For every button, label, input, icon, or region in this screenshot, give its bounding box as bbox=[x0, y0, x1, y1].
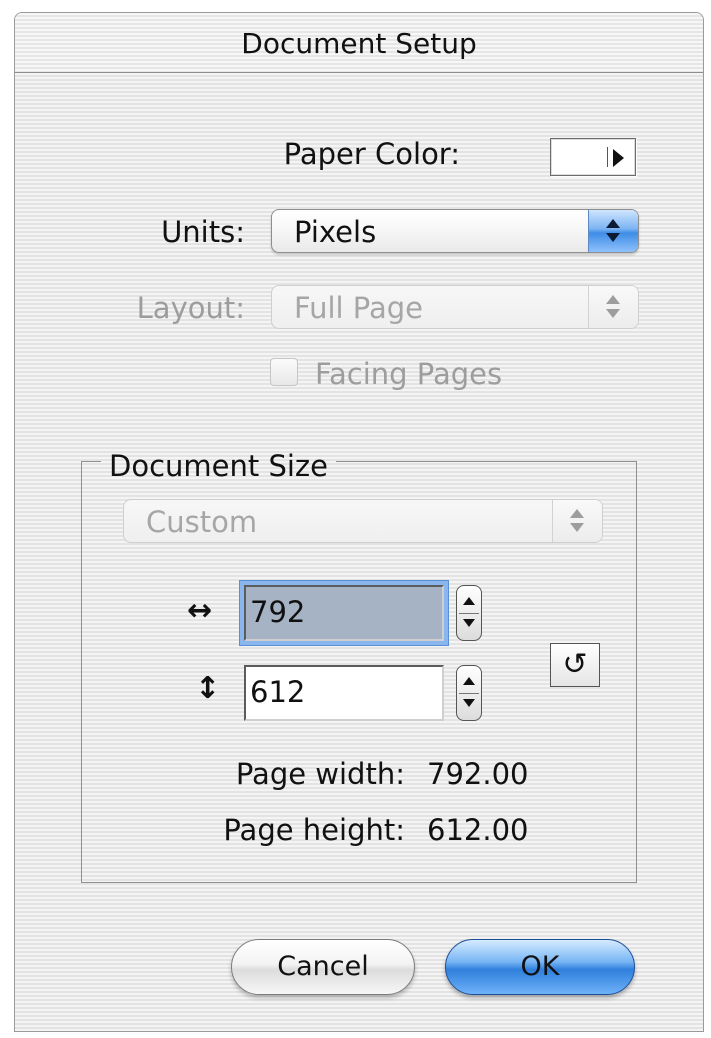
height-field[interactable]: 612 bbox=[244, 665, 444, 721]
window-title: Document Setup bbox=[241, 27, 477, 60]
cancel-button[interactable]: Cancel bbox=[231, 939, 415, 995]
document-size-title: Document Size bbox=[101, 449, 336, 483]
page-width-label: Page width: bbox=[235, 757, 405, 791]
units-label: Units: bbox=[161, 215, 245, 249]
page-height-value: 612.00 bbox=[427, 813, 529, 847]
height-stepper[interactable] bbox=[456, 665, 482, 721]
page-height-label: Page height: bbox=[223, 813, 405, 847]
color-well-divider bbox=[607, 147, 608, 167]
horizontal-arrows-icon: ↔ bbox=[187, 593, 213, 628]
document-size-preset-value: Custom bbox=[146, 505, 258, 539]
popup-arrows-icon bbox=[552, 500, 602, 542]
paper-color-well[interactable] bbox=[550, 138, 636, 176]
width-stepper[interactable] bbox=[456, 585, 482, 641]
layout-value: Full Page bbox=[294, 291, 424, 325]
paper-color-label: Paper Color: bbox=[283, 137, 460, 171]
units-value: Pixels bbox=[294, 215, 377, 249]
document-setup-dialog: Document Setup Paper Color: Units: Pixel… bbox=[14, 12, 704, 1032]
layout-popup[interactable]: Full Page bbox=[271, 285, 639, 329]
swap-orientation-icon[interactable]: ↺ bbox=[550, 643, 600, 687]
width-field[interactable]: 792 bbox=[244, 585, 444, 641]
vertical-arrows-icon: ↕ bbox=[195, 671, 221, 706]
layout-label: Layout: bbox=[136, 291, 245, 325]
facing-pages-label: Facing Pages bbox=[315, 357, 503, 391]
facing-pages-checkbox[interactable] bbox=[270, 358, 298, 386]
popup-arrows-icon bbox=[588, 210, 638, 252]
units-popup[interactable]: Pixels bbox=[271, 209, 639, 253]
page-width-value: 792.00 bbox=[427, 757, 529, 791]
ok-button[interactable]: OK bbox=[445, 939, 635, 995]
document-size-preset-popup[interactable]: Custom bbox=[123, 499, 603, 543]
popup-arrows-icon bbox=[588, 286, 638, 328]
title-bar[interactable]: Document Setup bbox=[15, 13, 703, 73]
triangle-right-icon bbox=[613, 149, 624, 167]
